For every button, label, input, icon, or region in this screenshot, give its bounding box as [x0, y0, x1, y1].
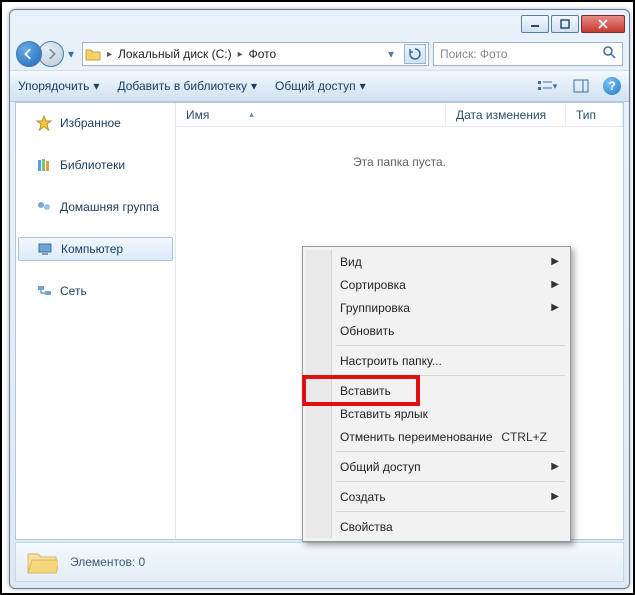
- organize-menu[interactable]: Упорядочить▾: [18, 79, 99, 93]
- breadcrumb-part[interactable]: Локальный диск (C:): [118, 47, 232, 61]
- menu-item-paste[interactable]: Вставить: [306, 379, 567, 402]
- empty-folder-text: Эта папка пуста.: [176, 155, 623, 169]
- column-modified[interactable]: Дата изменения: [446, 103, 566, 126]
- close-button[interactable]: [581, 15, 625, 33]
- address-dropdown[interactable]: ▾: [382, 44, 400, 64]
- maximize-button[interactable]: [551, 15, 579, 33]
- submenu-arrow-icon: ▶: [551, 461, 559, 472]
- column-name[interactable]: Имя▴: [176, 103, 446, 126]
- sidebar-item-label: Компьютер: [61, 242, 123, 256]
- share-menu[interactable]: Общий доступ▾: [275, 79, 366, 93]
- sidebar-item-network[interactable]: Сеть: [16, 279, 175, 303]
- menu-item-new[interactable]: Создать▶: [306, 485, 567, 508]
- menu-item-share[interactable]: Общий доступ▶: [306, 455, 567, 478]
- sidebar-item-homegroup[interactable]: Домашняя группа: [16, 195, 175, 219]
- menu-item-group[interactable]: Группировка▶: [306, 296, 567, 319]
- sidebar-item-favorites[interactable]: Избранное: [16, 111, 175, 135]
- view-mode-button[interactable]: ▾: [535, 75, 559, 97]
- nav-row: ▾ ▸ Локальный диск (C:) ▸ Фото ▾ Поиск: …: [10, 38, 629, 70]
- column-headers: Имя▴ Дата изменения Тип: [176, 103, 623, 127]
- preview-pane-button[interactable]: [569, 75, 593, 97]
- search-icon: [603, 46, 616, 62]
- menu-item-paste-shortcut[interactable]: Вставить ярлык: [306, 402, 567, 425]
- column-type[interactable]: Тип: [566, 103, 623, 126]
- menu-item-properties[interactable]: Свойства: [306, 515, 567, 538]
- menu-item-customize-folder[interactable]: Настроить папку...: [306, 349, 567, 372]
- sidebar-item-libraries[interactable]: Библиотеки: [16, 153, 175, 177]
- network-icon: [36, 283, 52, 299]
- back-button[interactable]: [16, 41, 42, 67]
- toolbar: Упорядочить▾ Добавить в библиотеку▾ Общи…: [10, 70, 629, 102]
- menu-item-undo-rename[interactable]: Отменить переименованиеCTRL+Z: [306, 425, 567, 448]
- refresh-button[interactable]: [404, 44, 426, 64]
- submenu-arrow-icon: ▶: [551, 302, 559, 313]
- breadcrumb-part[interactable]: Фото: [249, 47, 277, 61]
- chevron-right-icon: ▸: [107, 49, 112, 60]
- menu-item-sort[interactable]: Сортировка▶: [306, 273, 567, 296]
- libraries-icon: [36, 157, 52, 173]
- nav-pane: Избранное Библиотеки Домашняя группа Ком…: [16, 103, 176, 539]
- status-bar: Элементов: 0: [15, 542, 624, 582]
- folder-icon: [26, 548, 58, 576]
- folder-icon: [85, 46, 101, 62]
- add-to-library-menu[interactable]: Добавить в библиотеку▾: [117, 79, 257, 93]
- sidebar-item-computer[interactable]: Компьютер: [18, 237, 173, 261]
- sidebar-item-label: Сеть: [60, 284, 87, 298]
- sidebar-item-label: Избранное: [60, 116, 121, 130]
- chevron-down-icon: ▾: [93, 79, 99, 93]
- sidebar-item-label: Библиотеки: [60, 158, 125, 172]
- context-menu: Вид▶ Сортировка▶ Группировка▶ Обновить Н…: [302, 246, 571, 542]
- address-bar[interactable]: ▸ Локальный диск (C:) ▸ Фото ▾: [82, 42, 429, 66]
- menu-item-refresh[interactable]: Обновить: [306, 319, 567, 342]
- minimize-button[interactable]: [521, 15, 549, 33]
- search-input[interactable]: Поиск: Фото: [433, 42, 623, 66]
- chevron-down-icon: ▾: [360, 79, 366, 93]
- status-text: Элементов: 0: [70, 555, 145, 569]
- menu-item-view[interactable]: Вид▶: [306, 250, 567, 273]
- nav-history-dropdown[interactable]: ▾: [64, 47, 78, 61]
- chevron-down-icon: ▾: [251, 79, 257, 93]
- sort-asc-icon: ▴: [249, 109, 254, 120]
- homegroup-icon: [36, 199, 52, 215]
- titlebar: [10, 10, 629, 38]
- submenu-arrow-icon: ▶: [551, 491, 559, 502]
- submenu-arrow-icon: ▶: [551, 256, 559, 267]
- sidebar-item-label: Домашняя группа: [60, 200, 159, 214]
- computer-icon: [37, 241, 53, 257]
- chevron-right-icon: ▸: [238, 49, 243, 60]
- shortcut-label: CTRL+Z: [501, 430, 547, 444]
- search-placeholder: Поиск: Фото: [440, 47, 508, 61]
- submenu-arrow-icon: ▶: [551, 279, 559, 290]
- star-icon: [36, 115, 52, 131]
- help-button[interactable]: ?: [603, 77, 621, 95]
